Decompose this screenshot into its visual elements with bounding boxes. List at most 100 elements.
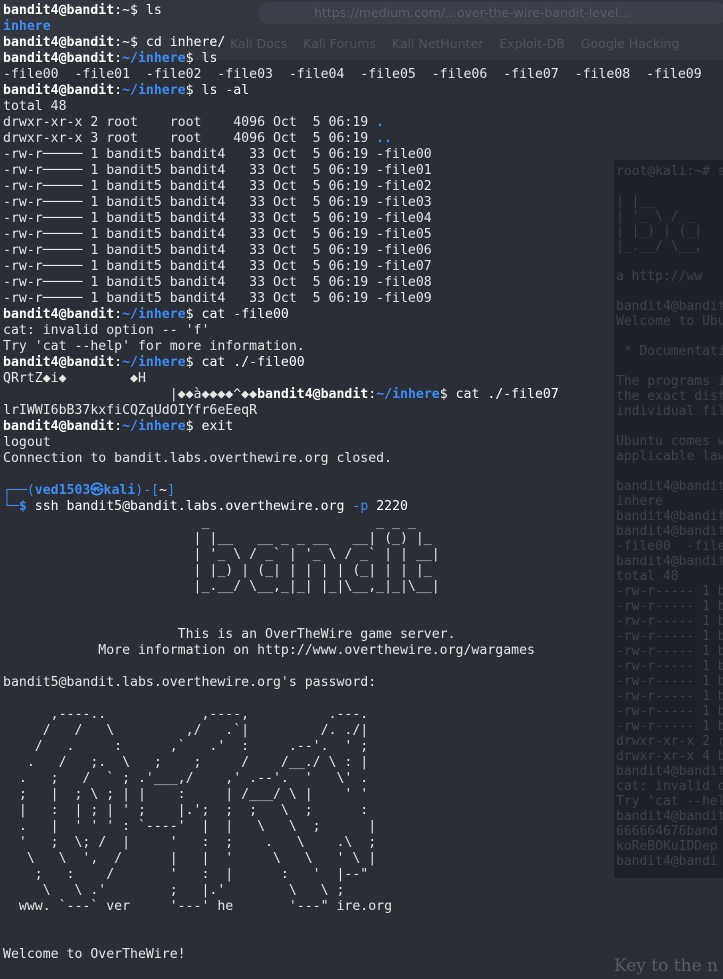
terminal-text-segment: ssh bandit5@bandit.labs.overthewire.org xyxy=(26,499,353,514)
terminal-line: QRrtZ◆i◆ ◆H xyxy=(3,371,721,387)
terminal-text-segment: ~/inhere xyxy=(122,307,186,322)
terminal-line: inhere xyxy=(3,19,721,35)
terminal-line: Connection to bandit.labs.overthewire.or… xyxy=(3,451,721,467)
terminal-line: ; | ; \ ; | | : | /___/ \ | ' ' xyxy=(3,787,721,803)
terminal-text-segment: ┌──( xyxy=(3,483,35,498)
terminal-text-segment: : xyxy=(114,307,123,322)
terminal-line: | |_) | (_| | | | | (_| | | |_ xyxy=(3,563,721,579)
terminal-output[interactable]: bandit4@bandit:~$ ls inhere bandit4@bandit… xyxy=(3,3,721,963)
terminal-text-segment: . / ;. \ ; ; / /__./ \ : | xyxy=(3,755,369,770)
terminal-text-segment: -rw-r───── 1 bandit5 bandit4 33 Oct 5 06… xyxy=(3,291,432,306)
terminal-text-segment: | : | ; | ' ; |.'; ; ; \ ; : xyxy=(3,803,369,818)
terminal-line: More information on http://www.overthewi… xyxy=(3,643,721,659)
terminal-text-segment: This is an OverTheWire game server. xyxy=(3,627,456,642)
terminal-text-segment: .. xyxy=(376,131,393,146)
terminal-line: Welcome to OverTheWire! xyxy=(3,947,721,963)
terminal-text-segment: -p xyxy=(352,499,369,514)
terminal-text-segment: ' ; \; / | ' : ; . \ .\ ; xyxy=(3,835,377,850)
terminal-text-segment: : xyxy=(114,51,123,66)
terminal-text-segment: bandit5@bandit.labs.overthewire.org's pa… xyxy=(3,675,377,690)
terminal-line: drwxr-xr-x 3 root root 4096 Oct 5 06:19 … xyxy=(3,131,721,147)
terminal-text-segment: -rw-r───── 1 bandit5 bandit4 33 Oct 5 06… xyxy=(3,259,432,274)
terminal-text-segment: $ cat ./-file00 xyxy=(185,355,305,370)
terminal-text-segment: ~/inhere xyxy=(376,387,440,402)
terminal-line: This is an OverTheWire game server. xyxy=(3,627,721,643)
terminal-text-segment: ; : / ' : | : ' |--" xyxy=(3,867,369,882)
terminal-line: bandit4@bandit:~$ ls xyxy=(3,3,721,19)
terminal-text-segment: \ \ ', / | | ' \ \ ' \ | xyxy=(3,851,377,866)
terminal-text-segment: $ ls -al xyxy=(185,83,250,98)
terminal-line: -rw-r───── 1 bandit5 bandit4 33 Oct 5 06… xyxy=(3,227,721,243)
terminal-text-segment: |_.__/ \__,_|_| |_|\__,_|_|\__| xyxy=(3,579,440,594)
terminal-text-segment: bandit4@bandit xyxy=(3,419,115,434)
terminal-text-segment: -rw-r───── 1 bandit5 bandit4 33 Oct 5 06… xyxy=(3,195,432,210)
terminal-text-segment: $ ls xyxy=(185,51,218,66)
terminal-text-segment: QRrtZ◆i◆ ◆H xyxy=(3,371,146,386)
terminal-text-segment: bandit4@bandit xyxy=(3,51,115,66)
terminal-text-segment: . | ' ' ' : `----' | | \ \ ; | xyxy=(3,819,377,834)
terminal-line: ,----.. ,----, .---. xyxy=(3,707,721,723)
terminal-line: |_.__/ \__,_|_| |_|\__,_|_|\__| xyxy=(3,579,721,595)
terminal-line: drwxr-xr-x 2 root root 4096 Oct 5 06:19 … xyxy=(3,115,721,131)
terminal-line: bandit4@bandit:~/inhere$ cat ./-file00 xyxy=(3,355,721,371)
terminal-text-segment: -rw-r───── 1 bandit5 bandit4 33 Oct 5 06… xyxy=(3,179,432,194)
terminal-text-segment: -rw-r───── 1 bandit5 bandit4 33 Oct 5 06… xyxy=(3,163,432,178)
terminal-line: bandit4@bandit:~/inhere$ cat -file00 xyxy=(3,307,721,323)
terminal-text-segment: $ cat ./-file07 xyxy=(439,387,559,402)
terminal-text-segment: ,----.. ,----, .---. xyxy=(3,707,369,722)
terminal-text-segment: $ exit xyxy=(185,419,234,434)
terminal-line: \ \ .' ; |.' \ \ ; xyxy=(3,883,721,899)
terminal-text-segment: -file00 -file01 -file02 -file03 -file04 … xyxy=(3,67,702,82)
terminal-text-segment: -rw-r───── 1 bandit5 bandit4 33 Oct 5 06… xyxy=(3,243,432,258)
terminal-text-segment: . ; / ` ; .'___,/ ,' .--'. ' \' . xyxy=(3,771,369,786)
terminal-line: -rw-r───── 1 bandit5 bandit4 33 Oct 5 06… xyxy=(3,291,721,307)
terminal-text-segment: 2220 xyxy=(368,499,408,514)
terminal-text-segment: : xyxy=(114,419,123,434)
terminal-text-segment: _ _ _ _ xyxy=(3,515,416,530)
terminal-text-segment: -rw-r───── 1 bandit5 bandit4 33 Oct 5 06… xyxy=(3,275,432,290)
terminal-text-segment: : xyxy=(114,355,123,370)
terminal-line: \ \ ', / | | ' \ \ ' \ | xyxy=(3,851,721,867)
terminal-line: -rw-r───── 1 bandit5 bandit4 33 Oct 5 06… xyxy=(3,147,721,163)
terminal-line: bandit5@bandit.labs.overthewire.org's pa… xyxy=(3,675,721,691)
terminal-text-segment: :~$ ls xyxy=(114,3,162,18)
terminal-line: -rw-r───── 1 bandit5 bandit4 33 Oct 5 06… xyxy=(3,259,721,275)
terminal-text-segment: | |_) | (_| | | | | (_| | | |_ xyxy=(3,563,432,578)
terminal-text-segment: bandit4@bandit xyxy=(3,3,115,18)
terminal-text-segment: ; | ; \ ; | | : | /___/ \ | ' ' xyxy=(3,787,369,802)
terminal-line: -rw-r───── 1 bandit5 bandit4 33 Oct 5 06… xyxy=(3,179,721,195)
terminal-text-segment: | '_ \ / _` | '_ \ / _` | | __| xyxy=(3,547,440,562)
terminal-text-segment: More information on http://www.overthewi… xyxy=(3,643,535,658)
terminal-text-segment: -rw-r───── 1 bandit5 bandit4 33 Oct 5 06… xyxy=(3,211,432,226)
terminal-line: ' ; \; / | ' : ; . \ .\ ; xyxy=(3,835,721,851)
terminal-text-segment: total 48 xyxy=(3,99,67,114)
terminal-text-segment: inhere xyxy=(3,19,51,34)
terminal-line: ┌──(ved1503㉿kali)-[~] xyxy=(3,483,721,499)
terminal-line: -file00 -file01 -file02 -file03 -file04 … xyxy=(3,67,721,83)
terminal-line: | : | ; | ' ; |.'; ; ; \ ; : xyxy=(3,803,721,819)
terminal-line: -rw-r───── 1 bandit5 bandit4 33 Oct 5 06… xyxy=(3,163,721,179)
terminal-line: bandit4@bandit:~/inhere$ ls -al xyxy=(3,83,721,99)
terminal-text-segment: Try 'cat --help' for more information. xyxy=(3,339,305,354)
terminal-line: / . : ,` .' : .--'. ' ; xyxy=(3,739,721,755)
terminal-text-segment: -rw-r───── 1 bandit5 bandit4 33 Oct 5 06… xyxy=(3,147,432,162)
terminal-text-segment: drwxr-xr-x 3 root root 4096 Oct 5 06:19 xyxy=(3,131,377,146)
terminal-text-segment: \ \ .' ; |.' \ \ ; xyxy=(3,883,345,898)
terminal-text-segment: / / \ ,/ .`| /. ./| xyxy=(3,723,369,738)
terminal-line: -rw-r───── 1 bandit5 bandit4 33 Oct 5 06… xyxy=(3,275,721,291)
terminal-line: . ; / ` ; .'___,/ ,' .--'. ' \' . xyxy=(3,771,721,787)
terminal-line: www. `---` ver '---' he '---" ire.org xyxy=(3,899,721,915)
terminal-text-segment: $ cat -file00 xyxy=(185,307,289,322)
terminal-line: Try 'cat --help' for more information. xyxy=(3,339,721,355)
terminal-text-segment: : xyxy=(368,387,377,402)
terminal-text-segment: |◆◆à◆◆◆◆^◆◆ xyxy=(3,387,258,402)
terminal-line: bandit4@bandit:~/inhere$ exit xyxy=(3,419,721,435)
terminal-text-segment: bandit4@bandit xyxy=(257,387,369,402)
terminal-line: _ _ _ _ xyxy=(3,515,721,531)
terminal-line: |◆◆à◆◆◆◆^◆◆bandit4@bandit:~/inhere$ cat … xyxy=(3,387,721,403)
terminal-text-segment: ] xyxy=(167,483,176,498)
terminal-text-segment: )-[ xyxy=(135,483,160,498)
